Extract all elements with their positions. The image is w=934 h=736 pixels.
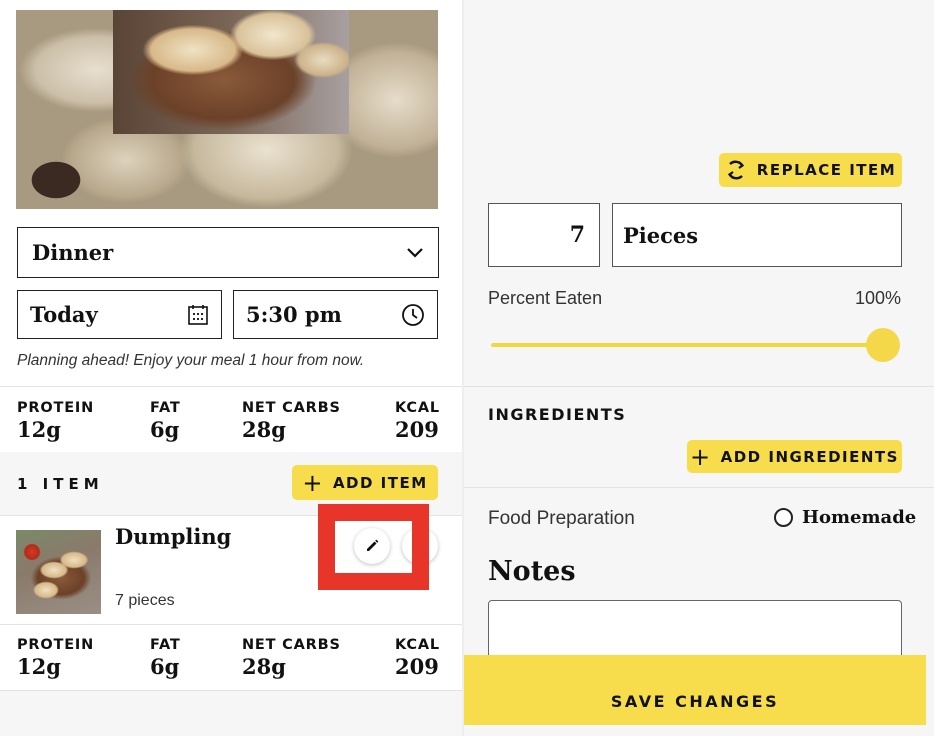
item-net-carbs: NET CARBS 28g bbox=[242, 637, 341, 679]
macro-label: NET CARBS bbox=[242, 400, 341, 416]
date-value: Today bbox=[30, 302, 98, 327]
plus-icon: + bbox=[690, 442, 712, 471]
food-preparation-label: Food Preparation bbox=[488, 508, 635, 529]
ingredients-title: INGREDIENTS bbox=[488, 405, 627, 424]
macro-value: 6g bbox=[150, 654, 180, 679]
macro-value: 209 bbox=[395, 654, 439, 679]
divider bbox=[0, 386, 462, 387]
item-kcal: KCAL 209 bbox=[395, 637, 440, 679]
add-ingredients-button[interactable]: + ADD INGREDIENTS bbox=[687, 440, 902, 473]
add-item-label: ADD ITEM bbox=[332, 473, 428, 492]
summary-kcal: KCAL 209 bbox=[395, 400, 440, 442]
divider bbox=[464, 386, 934, 387]
homemade-radio[interactable]: Homemade bbox=[774, 507, 916, 528]
macro-label: FAT bbox=[150, 637, 181, 653]
replace-item-button[interactable]: REPLACE ITEM bbox=[719, 153, 902, 187]
quantity-input[interactable]: 7 bbox=[488, 203, 600, 267]
time-field[interactable]: 5:30 pm bbox=[233, 290, 438, 339]
radio-unchecked-icon[interactable] bbox=[774, 508, 793, 527]
macro-label: NET CARBS bbox=[242, 637, 341, 653]
divider bbox=[0, 690, 462, 691]
plus-icon: + bbox=[302, 468, 324, 497]
divider bbox=[464, 487, 934, 488]
highlight-annotation bbox=[318, 504, 429, 590]
save-changes-button[interactable]: SAVE CHANGES bbox=[464, 655, 926, 725]
macro-value: 6g bbox=[150, 417, 180, 442]
save-changes-label: SAVE CHANGES bbox=[610, 692, 780, 711]
date-field[interactable]: Today bbox=[17, 290, 222, 339]
summary-net-carbs: NET CARBS 28g bbox=[242, 400, 341, 442]
unit-select[interactable]: Pieces bbox=[612, 203, 902, 267]
refresh-icon bbox=[727, 160, 744, 180]
macro-label: FAT bbox=[150, 400, 181, 416]
macro-label: KCAL bbox=[395, 637, 440, 653]
percent-eaten-slider-thumb[interactable] bbox=[866, 328, 900, 362]
macro-value: 12g bbox=[17, 417, 61, 442]
macro-label: KCAL bbox=[395, 400, 440, 416]
notes-title: Notes bbox=[488, 556, 576, 587]
macro-value: 28g bbox=[242, 654, 286, 679]
percent-eaten-label: Percent Eaten bbox=[488, 288, 603, 308]
item-name[interactable]: Dumpling bbox=[115, 524, 231, 549]
meal-type-select[interactable]: Dinner bbox=[17, 227, 439, 278]
macro-label: PROTEIN bbox=[17, 400, 95, 416]
macro-value: 12g bbox=[17, 654, 61, 679]
meal-type-value: Dinner bbox=[32, 240, 114, 265]
macro-label: PROTEIN bbox=[17, 637, 95, 653]
divider bbox=[0, 624, 462, 625]
item-fat: FAT 6g bbox=[150, 637, 181, 679]
summary-protein: PROTEIN 12g bbox=[17, 400, 94, 442]
add-item-button[interactable]: + ADD ITEM bbox=[292, 465, 438, 500]
item-quantity: 7 pieces bbox=[115, 592, 175, 609]
percent-eaten-slider-track[interactable] bbox=[491, 343, 883, 347]
summary-fat: FAT 6g bbox=[150, 400, 181, 442]
calendar-icon bbox=[188, 304, 208, 325]
chevron-down-icon bbox=[407, 247, 423, 258]
item-photo bbox=[113, 10, 349, 134]
items-count-heading: 1 ITEM bbox=[17, 475, 104, 493]
item-protein: PROTEIN 12g bbox=[17, 637, 94, 679]
macro-value: 28g bbox=[242, 417, 286, 442]
homemade-label: Homemade bbox=[802, 507, 917, 528]
item-thumbnail bbox=[16, 530, 101, 614]
planning-hint: Planning ahead! Enjoy your meal 1 hour f… bbox=[17, 352, 365, 369]
percent-eaten-value: 100% bbox=[854, 288, 901, 308]
clock-icon bbox=[402, 303, 424, 326]
macro-value: 209 bbox=[395, 417, 439, 442]
add-ingredients-label: ADD INGREDIENTS bbox=[720, 447, 899, 466]
footer-spacer bbox=[0, 691, 462, 736]
time-value: 5:30 pm bbox=[246, 302, 342, 327]
replace-item-label: REPLACE ITEM bbox=[756, 161, 897, 179]
